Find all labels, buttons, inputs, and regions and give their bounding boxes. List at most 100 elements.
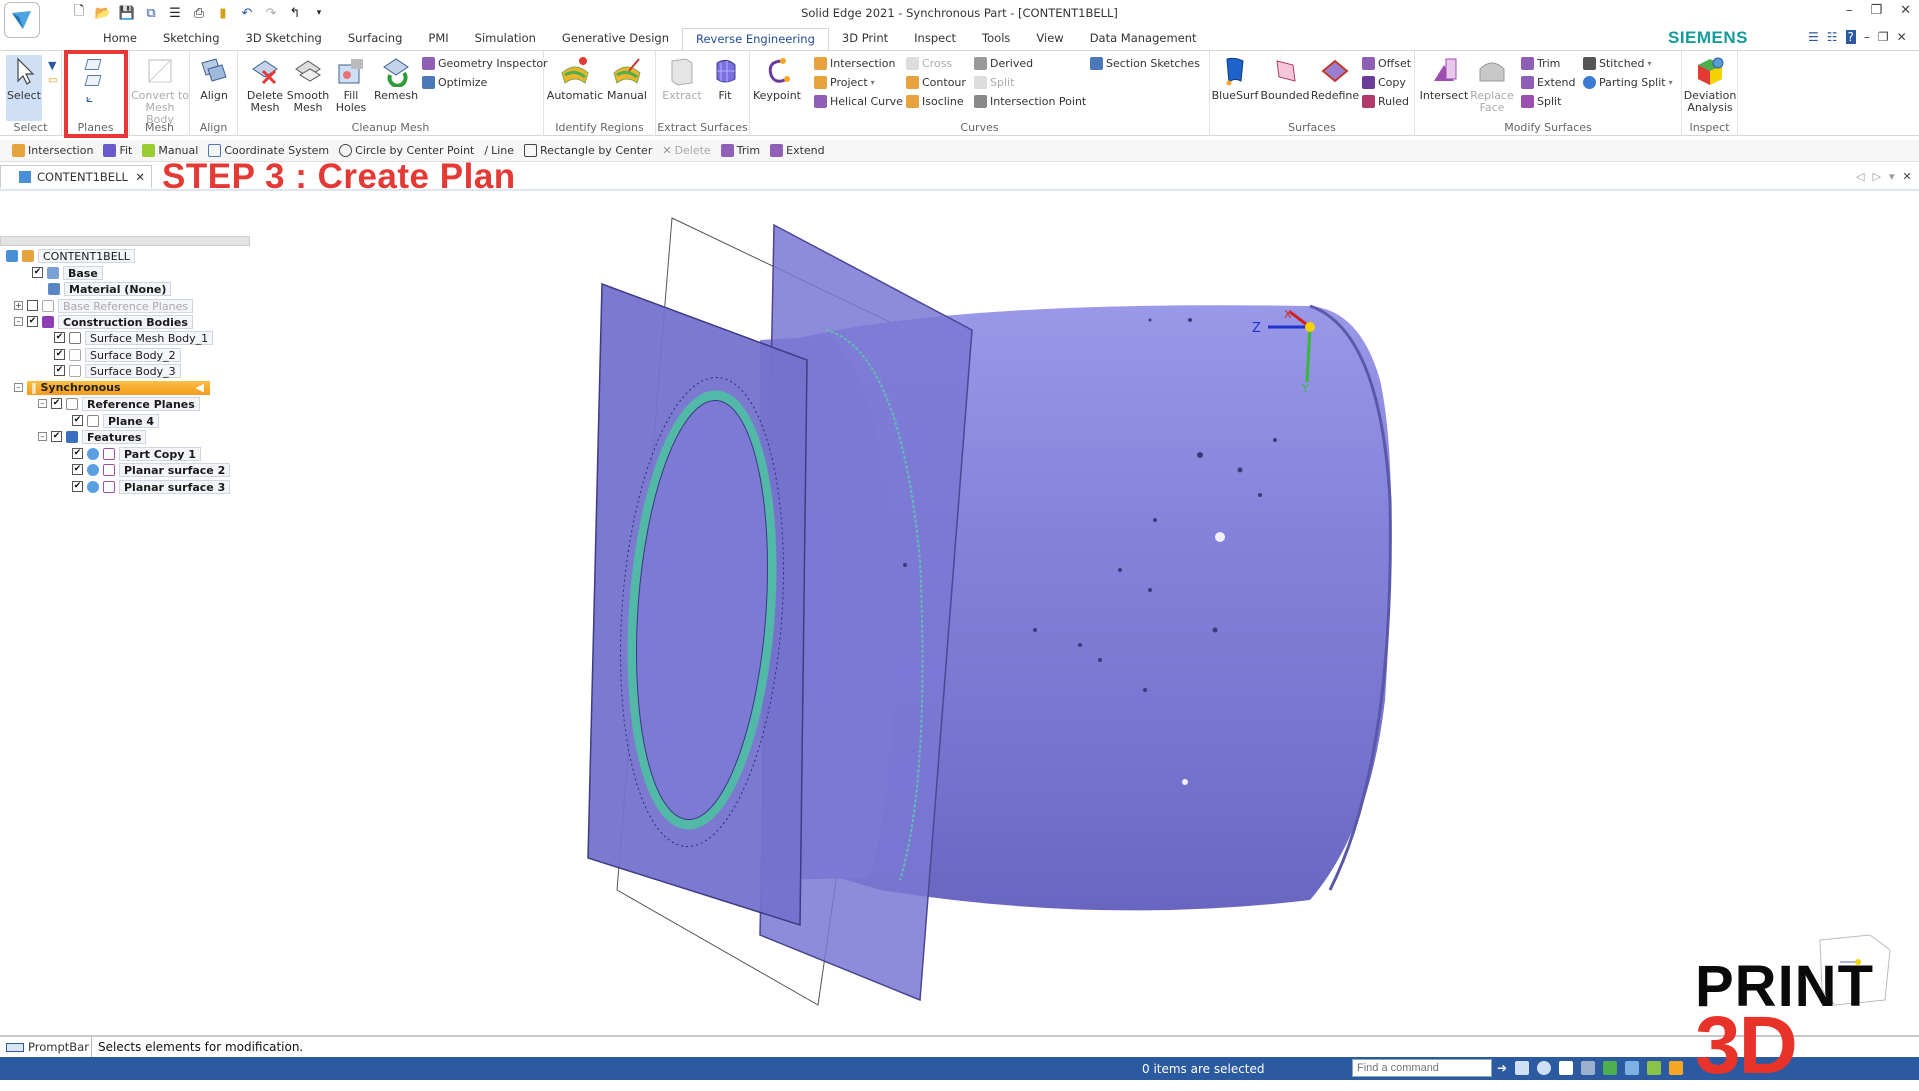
cmd-circle-by-center-point[interactable]: Circle by Center Point: [339, 144, 474, 157]
select-options-icon[interactable]: ▭: [48, 75, 57, 86]
tab-pmi[interactable]: PMI: [415, 28, 461, 50]
checkbox[interactable]: ✔: [51, 431, 62, 442]
checkbox[interactable]: ✔: [54, 349, 65, 360]
derived-button[interactable]: Derived: [974, 57, 1033, 70]
document-tab[interactable]: CONTENT1BELL ✕: [0, 165, 152, 189]
tree-item-reference-planes[interactable]: – ✔ Reference Planes: [38, 396, 200, 411]
tree-item-feature[interactable]: ✔ Planar surface 2: [72, 462, 231, 477]
helical-curve-button[interactable]: Helical Curve: [814, 95, 903, 108]
tree-item-features[interactable]: – ✔ Features: [38, 429, 147, 444]
tab-sketching[interactable]: Sketching: [150, 28, 233, 50]
tile-icon[interactable]: ☰: [1808, 30, 1819, 44]
parting-split-button[interactable]: Parting Split ▾: [1583, 76, 1673, 89]
checkbox[interactable]: ✔: [27, 316, 38, 327]
collapse-icon[interactable]: –: [38, 399, 47, 408]
checkbox[interactable]: [27, 300, 38, 311]
smooth-mesh-button[interactable]: Smooth Mesh: [287, 55, 329, 114]
project-button[interactable]: Project ▾: [814, 76, 875, 89]
deviation-analysis-button[interactable]: Deviation Analysis: [1684, 55, 1736, 114]
cmd-manual[interactable]: Manual: [142, 144, 198, 157]
fit-button[interactable]: Fit: [706, 55, 744, 102]
geometry-inspector-button[interactable]: Geometry Inspector: [422, 57, 548, 70]
collapse-icon[interactable]: –: [14, 383, 23, 392]
tree-item-body[interactable]: ✔ Surface Body_3: [54, 363, 181, 378]
pathfinder-grip[interactable]: [0, 236, 250, 246]
redefine-button[interactable]: Redefine: [1310, 55, 1360, 102]
cross-button[interactable]: Cross: [906, 57, 952, 70]
checkbox[interactable]: ✔: [72, 448, 83, 459]
intersection-curve-button[interactable]: Intersection: [814, 57, 895, 70]
tree-item-material[interactable]: Material (None): [48, 281, 172, 296]
replace-face-button[interactable]: Replace Face: [1469, 55, 1515, 114]
tree-item-synchronous[interactable]: – ‖ Synchronous ◀: [14, 380, 210, 395]
offset-button[interactable]: Offset: [1362, 57, 1411, 70]
collapse-icon[interactable]: –: [38, 432, 47, 441]
doc-restore-icon[interactable]: ❐: [1878, 30, 1889, 44]
intersect-button[interactable]: Intersect: [1420, 55, 1468, 102]
sketch-view-icon[interactable]: [1647, 1061, 1662, 1075]
tab-data-management[interactable]: Data Management: [1077, 28, 1210, 50]
checkbox[interactable]: ✔: [32, 267, 43, 278]
close-icon[interactable]: ✕: [1900, 3, 1911, 18]
tab-reverse-engineering[interactable]: Reverse Engineering: [681, 28, 829, 50]
bluesurf-button[interactable]: BlueSurf: [1210, 55, 1260, 102]
tree-item-base-reference-planes[interactable]: + Base Reference Planes: [14, 298, 194, 313]
tab-view[interactable]: View: [1023, 28, 1076, 50]
tab-inspect[interactable]: Inspect: [901, 28, 969, 50]
isocline-button[interactable]: Isocline: [906, 95, 964, 108]
tab-tools[interactable]: Tools: [969, 28, 1023, 50]
model-view[interactable]: Z X Y: [0, 191, 1919, 1025]
next-tab-icon[interactable]: ▷: [1872, 170, 1880, 183]
minimize-icon[interactable]: –: [1846, 3, 1853, 18]
checkbox[interactable]: ✔: [54, 365, 65, 376]
contour-button[interactable]: Contour: [906, 76, 966, 89]
tree-item-plane[interactable]: ✔ Plane 4: [72, 413, 160, 428]
remesh-button[interactable]: Remesh: [374, 55, 418, 102]
doc-close-icon[interactable]: ✕: [1897, 30, 1907, 44]
tree-root[interactable]: CONTENT1BELL: [6, 248, 135, 263]
checkbox[interactable]: ✔: [72, 464, 83, 475]
checkbox[interactable]: ✔: [72, 481, 83, 492]
tree-item-body[interactable]: ✔ Surface Body_2: [54, 347, 181, 362]
intersection-point-button[interactable]: Intersection Point: [974, 95, 1086, 108]
go-arrow-icon[interactable]: ➜: [1497, 1061, 1507, 1075]
prompt-bar-label[interactable]: PromptBar: [0, 1037, 92, 1057]
view-orientation-icon[interactable]: [1669, 1061, 1684, 1075]
tree-item-construction-bodies[interactable]: – ✔ Construction Bodies: [14, 314, 193, 329]
dropdown-arrow-icon[interactable]: ▾: [1647, 59, 1651, 68]
tree-item-feature[interactable]: ✔ Planar surface 3: [72, 479, 231, 494]
align-button[interactable]: Align: [196, 55, 232, 102]
fill-holes-button[interactable]: Fill Holes: [334, 55, 368, 114]
zoom-icon[interactable]: [1537, 1061, 1552, 1075]
tab-list-icon[interactable]: ▾: [1889, 170, 1895, 183]
fit-view-icon[interactable]: [1559, 1061, 1574, 1075]
tab-home[interactable]: Home: [90, 28, 150, 50]
cmd-extend[interactable]: Extend: [770, 144, 825, 157]
trim-button[interactable]: Trim: [1521, 57, 1560, 70]
previous-tab-icon[interactable]: ◁: [1856, 170, 1864, 183]
bounded-button[interactable]: Bounded: [1260, 55, 1310, 102]
tab-3d-sketching[interactable]: 3D Sketching: [233, 28, 335, 50]
rollback-arrow-icon[interactable]: ◀: [196, 381, 204, 394]
split-curve-button[interactable]: Split: [974, 76, 1014, 89]
select-button[interactable]: Select: [6, 55, 42, 121]
tree-item-body[interactable]: ✔ Surface Mesh Body_1: [54, 330, 214, 345]
checkbox[interactable]: ✔: [54, 332, 65, 343]
automatic-button[interactable]: Automatic: [547, 55, 603, 102]
tab-3d-print[interactable]: 3D Print: [829, 28, 901, 50]
zoom-area-icon[interactable]: [1515, 1061, 1530, 1075]
find-command-input[interactable]: [1352, 1059, 1492, 1077]
checkbox[interactable]: ✔: [51, 398, 62, 409]
convert-to-mesh-body-button[interactable]: Convert to Mesh Body: [130, 55, 190, 126]
stitched-button[interactable]: Stitched ▾: [1583, 57, 1651, 70]
dropdown-arrow-icon[interactable]: ▾: [871, 78, 875, 87]
filter-icon[interactable]: ▼: [48, 59, 56, 72]
cmd-intersection[interactable]: Intersection: [12, 144, 93, 157]
tab-generative-design[interactable]: Generative Design: [549, 28, 682, 50]
pan-icon[interactable]: [1581, 1061, 1596, 1075]
extract-button[interactable]: Extract: [662, 55, 702, 102]
restore-icon[interactable]: ❐: [1870, 3, 1882, 18]
checkbox[interactable]: ✔: [72, 415, 83, 426]
keypoint-button[interactable]: Keypoint: [753, 55, 801, 102]
cmd-line[interactable]: ∕ Line: [484, 144, 514, 157]
